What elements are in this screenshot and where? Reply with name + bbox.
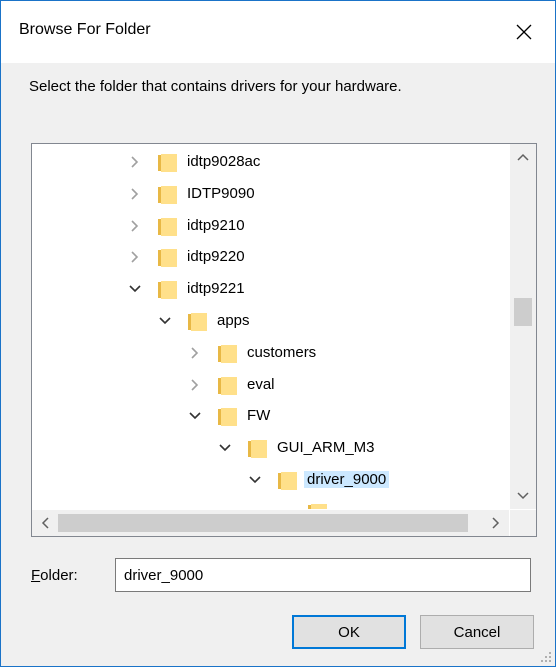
- chevron-right-icon[interactable]: [128, 187, 142, 201]
- title-bar: Browse For Folder: [1, 1, 555, 63]
- cancel-button[interactable]: Cancel: [420, 615, 534, 649]
- browse-for-folder-dialog: Browse For Folder Select the folder that…: [0, 0, 556, 667]
- folder-icon: [158, 217, 177, 236]
- tree-item-label: eval: [247, 375, 275, 393]
- chevron-down-icon[interactable]: [188, 409, 202, 423]
- folder-icon: [218, 376, 237, 395]
- folder-icon: [248, 440, 267, 459]
- folder-label: Folder:: [31, 567, 78, 584]
- tree-item[interactable]: customers: [32, 338, 509, 368]
- chevron-right-icon[interactable]: [128, 219, 142, 233]
- tree-item-label: FW: [247, 407, 271, 425]
- tree-item-label: apps: [217, 312, 250, 329]
- scroll-down-arrow[interactable]: [510, 483, 536, 509]
- chevron-up-icon: [517, 153, 529, 161]
- folder-icon: [158, 185, 177, 204]
- tree-item[interactable]: idtp9221: [32, 274, 509, 304]
- tree-item-label: GUI_ARM_M3: [277, 439, 375, 457]
- tree-item[interactable]: idtp9210: [32, 211, 509, 241]
- horizontal-scrollbar[interactable]: [32, 510, 509, 536]
- tree-item-label: customers: [247, 343, 317, 361]
- folder-icon: [188, 313, 207, 331]
- resize-grip-icon[interactable]: [540, 651, 552, 663]
- tree-item[interactable]: FW: [32, 401, 509, 431]
- scroll-right-arrow[interactable]: [483, 510, 509, 536]
- scroll-up-arrow[interactable]: [510, 144, 536, 170]
- chevron-down-icon[interactable]: [128, 282, 142, 296]
- scrollbar-corner: [510, 510, 536, 536]
- tree-item[interactable]: USB_Programming: [32, 497, 509, 509]
- folder-icon: [158, 154, 177, 172]
- folder-icon: [308, 503, 327, 509]
- vertical-scroll-thumb[interactable]: [514, 298, 532, 326]
- chevron-right-icon[interactable]: [188, 378, 202, 392]
- chevron-down-icon[interactable]: [158, 314, 172, 328]
- chevron-down-icon[interactable]: [248, 473, 262, 487]
- chevron-right-icon[interactable]: [128, 250, 142, 264]
- vertical-scrollbar[interactable]: [510, 144, 536, 509]
- tree-view[interactable]: idtp9028ac IDTP9090 idtp9210 idtp9220 idtp92…: [32, 144, 509, 509]
- folder-icon: [218, 408, 237, 427]
- folder-tree: idtp9028ac IDTP9090 idtp9210 idtp9220 idtp92…: [31, 143, 537, 537]
- tree-item[interactable]: idtp9028ac: [32, 147, 509, 177]
- tree-item-label: IDTP9090: [187, 184, 255, 202]
- tree-item-label: driver_9000: [304, 471, 390, 488]
- chevron-right-icon[interactable]: [128, 155, 142, 169]
- window-title: Browse For Folder: [19, 21, 151, 38]
- folder-icon: [278, 472, 297, 490]
- tree-item[interactable]: IDTP9090: [32, 179, 509, 209]
- close-icon: [516, 24, 532, 40]
- tree-item[interactable]: idtp9220: [32, 242, 509, 272]
- folder-icon: [218, 344, 237, 363]
- folder-label-accelerator: F: [31, 567, 41, 584]
- chevron-down-icon: [517, 492, 529, 500]
- chevron-right-icon[interactable]: [188, 346, 202, 360]
- tree-item[interactable]: GUI_ARM_M3: [32, 433, 509, 463]
- chevron-right-icon: [492, 517, 500, 529]
- horizontal-scroll-thumb[interactable]: [58, 514, 468, 532]
- folder-icon: [158, 281, 177, 300]
- tree-item-label: idtp9220: [187, 248, 245, 266]
- ok-button[interactable]: OK: [292, 615, 406, 649]
- folder-label-rest: older:: [40, 567, 78, 584]
- folder-input[interactable]: [115, 558, 531, 592]
- tree-item[interactable]: eval: [32, 370, 509, 400]
- chevron-left-icon: [41, 517, 49, 529]
- instruction-text: Select the folder that contains drivers …: [29, 78, 402, 95]
- tree-item[interactable]: driver_9000: [32, 465, 509, 495]
- chevron-down-icon[interactable]: [218, 441, 232, 455]
- tree-item-label: idtp9028ac: [187, 153, 261, 170]
- scroll-left-arrow[interactable]: [32, 510, 58, 536]
- close-button[interactable]: [493, 1, 555, 63]
- folder-icon: [158, 249, 177, 268]
- tree-item-label: idtp9221: [187, 280, 245, 298]
- tree-item-label: idtp9210: [187, 216, 245, 234]
- tree-item[interactable]: apps: [32, 306, 509, 336]
